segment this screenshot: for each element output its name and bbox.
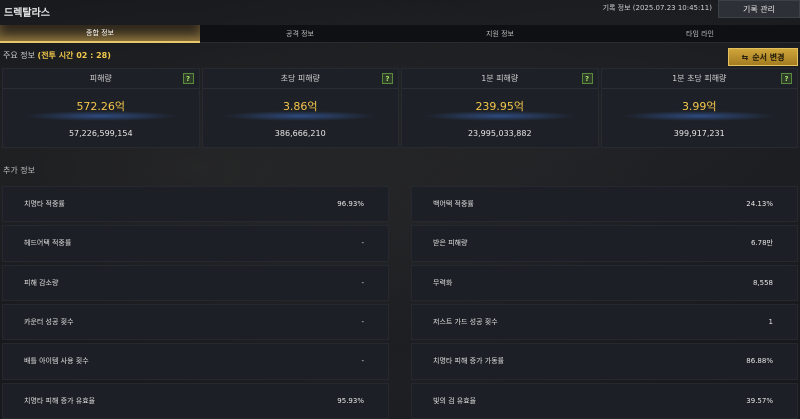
stat-row-label: 헤드어택 적중률 (24, 239, 72, 248)
stat-row-label: 치명타 적중률 (24, 200, 65, 209)
window-title: 드렉탈라스 (4, 8, 50, 19)
stat-row-value: - (361, 318, 364, 327)
stat-row-value: - (361, 239, 364, 248)
stat-row-value: 24.13% (746, 200, 773, 209)
main-info-title: 주요 정보 (3, 51, 35, 60)
stat-row-label: 피해 감소량 (24, 278, 59, 287)
stat-card-one-min-dps: 1분 초당 피해량 ? 3.99억 399,917,231 (600, 68, 798, 148)
stat-card-damage: 피해량 ? 572.26억 57,226,599,154 (2, 68, 200, 148)
tab-bar: 종합 정보 공격 정보 지원 정보 타임 라인 (0, 25, 800, 43)
record-info-timestamp: 기록 정보 (2025.07.23 10:45:11) (602, 4, 712, 12)
stat-row: 무력화 8,558 (411, 264, 798, 301)
stat-row: 헤드어택 적중률 - (2, 225, 389, 262)
additional-info-left-column: 치명타 적중률 96.93% 헤드어택 적중률 - 피해 감소량 - 카운터 성… (2, 186, 389, 419)
swap-icon: ⇆ (741, 52, 749, 62)
battle-time: (전투 시간 02 : 28) (37, 51, 111, 60)
main-info-header: 주요 정보 (전투 시간 02 : 28) (3, 50, 111, 61)
stat-card-label: 1분 피해량 (402, 69, 598, 89)
tab-support[interactable]: 지원 정보 (400, 25, 600, 43)
stat-row-label: 치명타 피해 증가 가동률 (433, 357, 505, 366)
stat-row-value: 96.93% (337, 200, 364, 209)
stat-row: 백어택 적중률 24.13% (411, 186, 798, 223)
additional-info-right-column: 백어택 적중률 24.13% 받은 피해량 6.78만 무력화 8,558 저스… (411, 186, 798, 419)
stat-cards: 피해량 ? 572.26억 57,226,599,154 초당 피해량 ? 3.… (2, 68, 798, 148)
stat-card-label: 1분 초당 피해량 (601, 69, 797, 89)
additional-info-grid: 치명타 적중률 96.93% 헤드어택 적중률 - 피해 감소량 - 카운터 성… (2, 186, 798, 419)
stat-row-value: - (361, 278, 364, 287)
stat-row-label: 저스트 가드 성공 횟수 (433, 318, 498, 327)
stat-row-label: 백어택 적중률 (433, 200, 474, 209)
stat-row-label: 배틀 아이템 사용 횟수 (24, 357, 89, 366)
stat-row: 받은 피해량 6.78만 (411, 225, 798, 262)
order-change-label: 순서 변경 (752, 52, 785, 62)
top-bar: 드렉탈라스 기록 정보 (2025.07.23 10:45:11) 기록 관리 (0, 0, 800, 24)
tab-overview[interactable]: 종합 정보 (0, 25, 200, 43)
stat-row-label: 치명타 피해 증가 유효율 (24, 396, 96, 405)
stat-card-label: 피해량 (3, 69, 199, 89)
stat-card-sub-value: 386,666,210 (274, 129, 326, 138)
help-icon[interactable]: ? (182, 73, 194, 84)
stat-row: 피해 감소량 - (2, 264, 389, 301)
stat-row-value: - (361, 357, 364, 366)
tab-timeline[interactable]: 타임 라인 (600, 25, 800, 43)
stat-row-label: 카운터 성공 횟수 (24, 318, 74, 327)
stat-row: 치명타 적중률 96.93% (2, 186, 389, 223)
help-icon[interactable]: ? (382, 73, 393, 84)
stat-row: 카운터 성공 횟수 - (2, 303, 389, 341)
stat-row: 빛의 검 유효율 39.57% (411, 382, 798, 419)
stat-row-value: 86.88% (746, 357, 773, 366)
additional-info-title: 추가 정보 (3, 166, 35, 175)
stat-row: 저스트 가드 성공 횟수 1 (411, 303, 798, 341)
stat-card-dps: 초당 피해량 ? 3.86억 386,666,210 (201, 68, 399, 148)
stat-card-one-min-damage: 1분 피해량 ? 239.95억 23,995,033,882 (401, 68, 599, 148)
stat-row-label: 받은 피해량 (433, 239, 468, 248)
help-icon[interactable]: ? (781, 73, 792, 84)
help-icon[interactable]: ? (581, 73, 593, 84)
stat-row: 치명타 피해 증가 가동률 86.88% (411, 343, 798, 380)
stat-row-value: 95.93% (337, 396, 364, 405)
stat-row-value: 8,558 (752, 278, 773, 287)
stat-row-value: 1 (768, 318, 773, 327)
value-glow (22, 111, 179, 121)
order-change-button[interactable]: ⇆ 순서 변경 (728, 48, 798, 66)
stat-row-value: 6.78만 (750, 239, 773, 248)
stat-card-label: 초당 피해량 (202, 69, 398, 89)
stat-row: 치명타 피해 증가 유효율 95.93% (2, 382, 389, 419)
stat-row: 배틀 아이템 사용 횟수 - (2, 343, 389, 380)
tab-attack[interactable]: 공격 정보 (200, 25, 400, 43)
record-manage-button[interactable]: 기록 관리 (718, 0, 800, 18)
stat-row-value: 39.57% (746, 396, 773, 405)
stat-card-sub-value: 23,995,033,882 (467, 129, 532, 138)
value-glow (222, 111, 379, 121)
stat-card-sub-value: 57,226,599,154 (68, 129, 133, 138)
value-glow (621, 111, 778, 121)
stat-row-label: 무력화 (433, 278, 453, 287)
stat-row-label: 빛의 검 유효율 (433, 396, 477, 405)
value-glow (421, 111, 578, 121)
stat-card-sub-value: 399,917,231 (673, 129, 725, 138)
